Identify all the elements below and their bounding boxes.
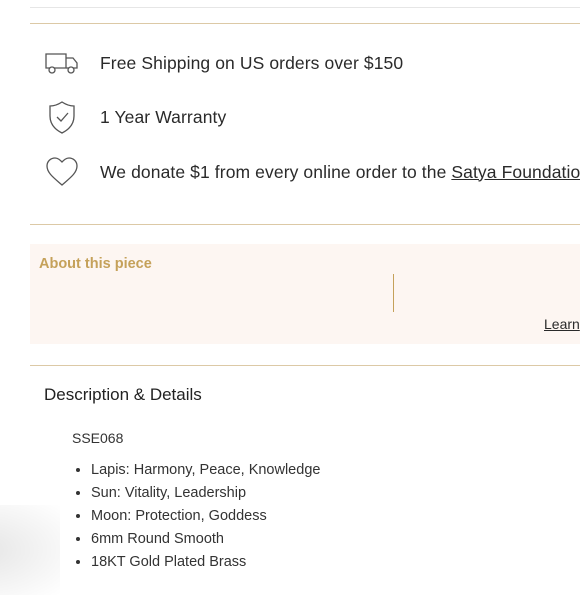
about-title: About this piece <box>39 256 152 272</box>
about-divider <box>393 274 394 312</box>
heart-icon <box>42 154 82 190</box>
perks-top-divider <box>30 23 580 24</box>
list-item: 18KT Gold Plated Brass <box>91 552 320 575</box>
perk-warranty: 1 Year Warranty <box>42 97 580 137</box>
description-title[interactable]: Description & Details <box>44 385 202 405</box>
perk-free-shipping: Free Shipping on US orders over $150 <box>42 43 580 83</box>
about-this-piece-section: About this piece Learn <box>30 244 580 344</box>
top-divider <box>30 0 580 8</box>
perk-donation: We donate $1 from every online order to … <box>42 152 580 192</box>
perk-text: 1 Year Warranty <box>100 106 227 127</box>
satya-foundation-link[interactable]: Satya Foundation <box>451 162 580 182</box>
truck-icon <box>42 45 82 81</box>
floating-overlay-shadow <box>0 505 60 595</box>
product-sku: SSE068 <box>72 430 124 446</box>
learn-more-link[interactable]: Learn <box>544 316 580 332</box>
list-item: 6mm Round Smooth <box>91 529 320 552</box>
perk-text-prefix: We donate $1 from every online order to … <box>100 161 452 182</box>
perk-text: We donate $1 from every online order to … <box>100 162 580 183</box>
list-item: Sun: Vitality, Leadership <box>91 483 320 506</box>
list-item: Lapis: Harmony, Peace, Knowledge <box>91 460 320 483</box>
description-top-divider <box>30 365 580 366</box>
perk-text: Free Shipping on US orders over $150 <box>100 52 404 73</box>
perks-bottom-divider <box>30 224 580 225</box>
list-item: Moon: Protection, Goddess <box>91 506 320 529</box>
shield-check-icon <box>42 99 82 135</box>
details-list: Lapis: Harmony, Peace, Knowledge Sun: Vi… <box>76 460 320 575</box>
